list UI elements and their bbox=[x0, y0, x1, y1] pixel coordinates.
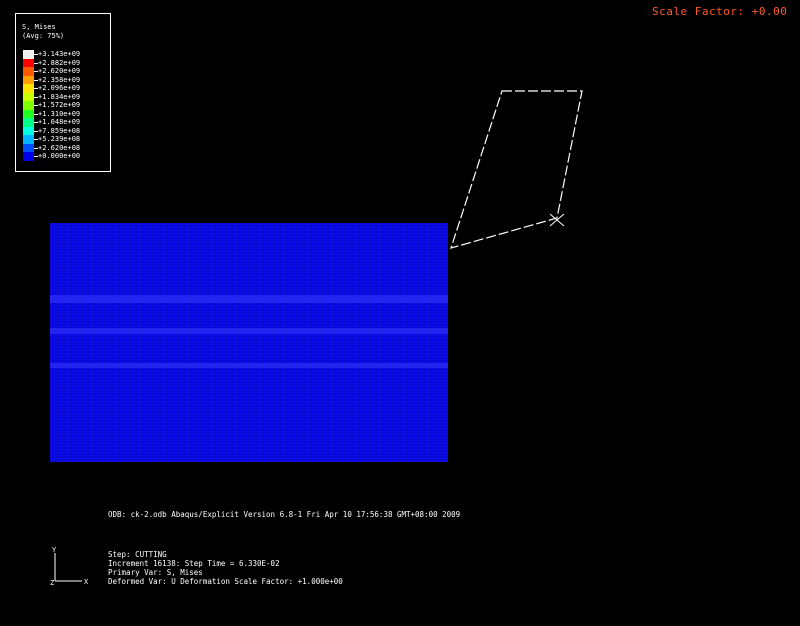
legend-value: +7.859e+08 bbox=[38, 126, 81, 135]
mesh-band bbox=[50, 295, 448, 303]
legend-value: +2.096e+09 bbox=[38, 84, 81, 92]
mesh-svg bbox=[49, 222, 448, 462]
legend-value: +2.620e+09 bbox=[38, 67, 81, 75]
legend-entry: +5.239e+08 bbox=[22, 135, 106, 144]
triad-x-label: X bbox=[84, 578, 89, 586]
legend-entry: +1.834e+09 bbox=[22, 92, 106, 101]
legend-swatch bbox=[23, 67, 34, 76]
legend-value: +2.882e+09 bbox=[38, 58, 81, 67]
legend-entry: +3.143e+09 bbox=[22, 50, 106, 59]
legend-entry: +2.882e+09 bbox=[22, 58, 106, 67]
coordinate-triad-icon: Y X Z bbox=[50, 546, 89, 587]
legend-value: +2.358e+09 bbox=[38, 75, 81, 84]
legend-title-averaging: (Avg: 75%) bbox=[22, 32, 65, 40]
legend-value: +5.239e+08 bbox=[38, 135, 81, 143]
triad-z-label: Z bbox=[50, 579, 54, 587]
legend-value: +3.143e+09 bbox=[38, 50, 81, 58]
legend-value: +1.310e+09 bbox=[38, 109, 81, 118]
legend-swatch bbox=[23, 101, 34, 110]
legend-swatch bbox=[23, 50, 34, 59]
triad-y-label: Y bbox=[52, 546, 57, 554]
step-label: Step: CUTTING bbox=[108, 550, 167, 559]
contour-legend[interactable]: S, Mises (Avg: 75%) +3.143e+09 +2.882e+09… bbox=[15, 13, 111, 172]
legend-swatch bbox=[23, 152, 34, 161]
increment-label: Increment 16138: Step Time = 6.330E-02 bbox=[108, 559, 280, 568]
mesh-band bbox=[50, 328, 448, 334]
legend-swatch bbox=[23, 84, 34, 93]
legend-title-variable: S, Mises bbox=[22, 23, 56, 31]
legend-swatch bbox=[23, 109, 34, 118]
workpiece-mesh[interactable] bbox=[49, 222, 448, 462]
legend-value: +1.572e+09 bbox=[38, 101, 81, 109]
legend-value: +1.834e+09 bbox=[38, 92, 81, 101]
legend-swatch bbox=[23, 135, 34, 144]
legend-entry: +2.620e+09 bbox=[22, 67, 106, 76]
legend-entry: +2.620e+08 bbox=[22, 143, 106, 152]
cutting-tool-outline[interactable] bbox=[440, 80, 600, 260]
legend-swatch bbox=[23, 58, 34, 67]
deformed-var-label: Deformed Var: U Deformation Scale Factor… bbox=[108, 577, 343, 586]
legend-value: +0.000e+00 bbox=[38, 152, 81, 160]
legend-entry: +1.310e+09 bbox=[22, 109, 106, 118]
legend-entry: +7.859e+08 bbox=[22, 126, 106, 135]
scale-factor-label: Scale Factor: +0.00 bbox=[652, 5, 788, 18]
legend-swatch bbox=[23, 92, 34, 101]
mesh-band bbox=[50, 363, 448, 368]
legend-entry: +1.048e+09 bbox=[22, 118, 106, 127]
odb-info-line: ODB: ck-2.odb Abaqus/Explicit Version 6.… bbox=[108, 510, 461, 519]
step-info-block: Step: CUTTING Increment 16138: Step Time… bbox=[108, 550, 343, 586]
legend-swatch bbox=[23, 143, 34, 152]
legend-entry: +1.572e+09 bbox=[22, 101, 106, 110]
legend-entry: +2.358e+09 bbox=[22, 75, 106, 84]
legend-swatch bbox=[23, 118, 34, 127]
legend-swatch bbox=[23, 126, 34, 135]
legend-entry: +2.096e+09 bbox=[22, 84, 106, 93]
legend-swatch bbox=[23, 75, 34, 84]
legend-entry: +0.000e+00 bbox=[22, 152, 106, 161]
primary-var-label: Primary Var: S, Mises bbox=[108, 568, 203, 577]
legend-title: S, Mises (Avg: 75%) bbox=[22, 23, 64, 41]
legend-value: +1.048e+09 bbox=[38, 118, 81, 126]
legend-value: +2.620e+08 bbox=[38, 143, 81, 152]
